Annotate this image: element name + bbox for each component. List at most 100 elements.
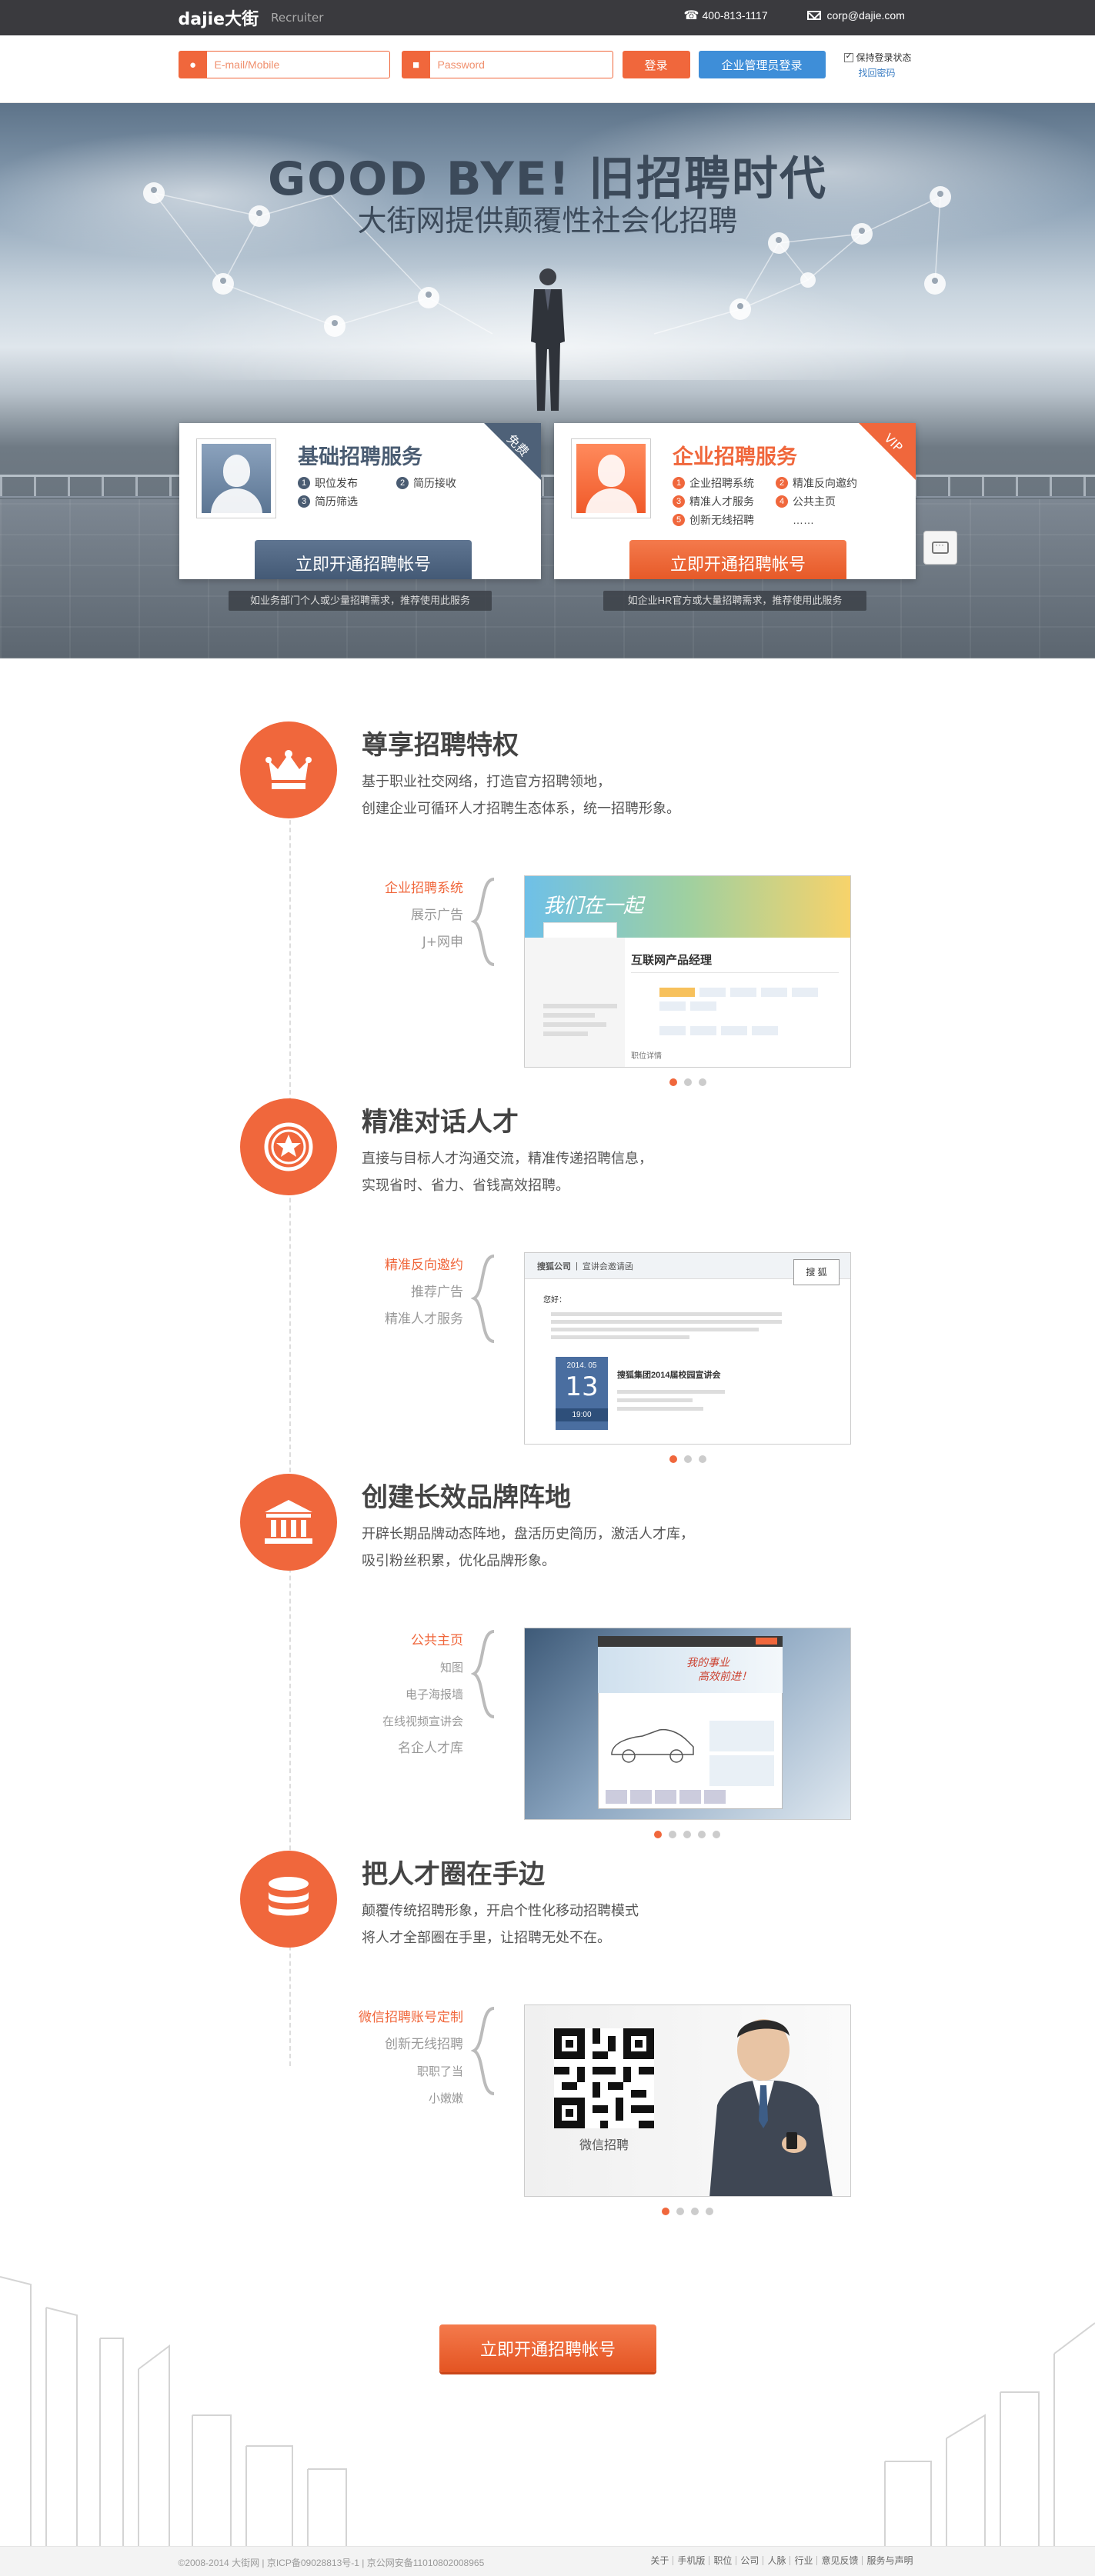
enterprise-service-card: 企业招聘服务 1 企业招聘系统 2 精准反向邀约 3 精准人才服务 4 公共主页 5 创新… — [554, 423, 916, 579]
carousel-dot[interactable] — [699, 1078, 706, 1086]
password-input[interactable] — [429, 52, 607, 77]
carousel-dot[interactable] — [676, 2208, 684, 2215]
basic-service-note: 如业务部门个人或少量招聘需求，推荐使用此服务 — [229, 591, 492, 611]
city-line-art — [0, 2276, 1095, 2546]
shot-job-title: 互联网产品经理 — [631, 954, 713, 967]
feature-item: 4 公共主页 — [776, 494, 874, 509]
carousel-dot[interactable] — [669, 1831, 676, 1838]
footer-copyright: ©2008-2014 大街网 | 京ICP备09028813号-1 | 京公网安… — [178, 2558, 485, 2568]
sub-item[interactable]: 公共主页 — [309, 1628, 463, 1655]
logo-text: dajie大街 — [178, 10, 259, 29]
basic-avatar — [196, 438, 276, 518]
public-page-screenshot[interactable]: 我的事业 高效前进！ — [524, 1628, 851, 1820]
phone-contact: 400-813-1117 — [684, 8, 768, 23]
sub-item[interactable]: 在线视频宣讲会 — [309, 1708, 463, 1735]
email-input[interactable] — [206, 52, 384, 77]
sub-item[interactable]: 精准反向邀约 — [309, 1252, 463, 1279]
brace-icon — [471, 2007, 495, 2095]
shot-tab: 宣讲会邀请函 — [582, 1261, 633, 1271]
sub-item[interactable]: 名企人才库 — [309, 1735, 463, 1762]
sub-item[interactable]: 电子海报墙 — [309, 1681, 463, 1708]
logo-subtitle: Recruiter — [271, 11, 324, 25]
shot-slogan-1: 我的事业 — [686, 1657, 729, 1669]
phone-icon — [684, 8, 699, 23]
shot-greeting: 您好： — [543, 1296, 566, 1305]
carousel-dots — [654, 1831, 720, 1838]
enterprise-system-screenshot[interactable]: 我们在一起 大街网 互联网产品经理 职位详情 — [524, 875, 851, 1068]
carousel-dot[interactable] — [662, 2208, 669, 2215]
hero-subtitle: 大街网提供颠覆性社会化招聘 — [357, 204, 738, 238]
carousel-dot[interactable] — [669, 1455, 677, 1463]
carousel-dot[interactable] — [706, 2208, 713, 2215]
sub-item[interactable]: 小嫩嫩 — [309, 2085, 463, 2112]
carousel-dot[interactable] — [683, 1831, 691, 1838]
carousel-dot[interactable] — [669, 1078, 677, 1086]
carousel-dot[interactable] — [684, 1078, 692, 1086]
bottom-open-account-button[interactable]: 立即开通招聘帐号 — [439, 2324, 656, 2372]
basic-open-account-button[interactable]: 立即开通招聘帐号 — [255, 540, 472, 579]
carousel-dot[interactable] — [684, 1455, 692, 1463]
sub-item[interactable]: 职职了当 — [309, 2058, 463, 2085]
feature-item: 5 创新无线招聘 — [673, 512, 771, 528]
sub-item[interactable]: 创新无线招聘 — [309, 2031, 463, 2058]
qr-code-image — [554, 2028, 654, 2128]
feature-title: 精准对话人才 — [362, 1107, 519, 1138]
car-sketch — [611, 1728, 694, 1763]
chat-bubble-icon — [932, 539, 949, 554]
carousel-dot[interactable] — [691, 2208, 699, 2215]
hero-railing — [0, 475, 1095, 498]
brace-icon — [471, 1630, 495, 1718]
login-button[interactable]: 登录 — [622, 51, 690, 78]
sub-item[interactable]: 展示广告 — [309, 902, 463, 929]
feature-title: 创建长效品牌阵地 — [362, 1482, 571, 1513]
feature-title: 尊享招聘特权 — [362, 730, 519, 761]
sub-item[interactable]: 知图 — [309, 1655, 463, 1681]
footer-link[interactable]: 服务与声明 — [862, 2556, 916, 2565]
businessman-photo — [709, 2019, 833, 2196]
carousel-dots — [669, 1078, 706, 1086]
feature-title: 把人才圈在手边 — [362, 1859, 545, 1890]
remember-me[interactable]: 保持登录状态 — [843, 51, 912, 64]
hero-banner: GOOD BYE! 旧招聘时代 大街网提供颠覆性社会化招聘 基础招聘服务 1 职位… — [0, 103, 1095, 658]
wechat-screenshot[interactable]: 微信招聘 — [524, 2004, 851, 2197]
email-address[interactable]: corp@dajie.com — [827, 9, 905, 22]
footer-link[interactable]: 手机版 — [673, 2556, 709, 2565]
coin-stack-icon — [240, 1851, 337, 1948]
carousel-dot[interactable] — [699, 1455, 706, 1463]
businessman-figure — [531, 268, 565, 411]
email-field-wrapper: ● — [178, 51, 390, 78]
feature-desc: 基于职业社交网络，打造官方招聘领地， 创建企业可循环人才招聘生态体系，统一招聘形… — [362, 774, 680, 817]
carousel-dot[interactable] — [654, 1831, 662, 1838]
footer-link[interactable]: 人脉 — [763, 2556, 790, 2565]
admin-login-button[interactable]: 企业管理员登录 — [698, 51, 826, 78]
sub-item[interactable]: 精准人才服务 — [309, 1306, 463, 1333]
carousel-dot[interactable] — [698, 1831, 706, 1838]
footer-link[interactable]: 公司 — [736, 2556, 763, 2565]
top-bar: dajie大街 Recruiter 400-813-1117 corp@daji… — [0, 0, 1095, 35]
forgot-password-link[interactable]: 找回密码 — [859, 66, 896, 79]
shot-company: 搜狐公司 — [537, 1261, 571, 1271]
star-badge-icon — [240, 1098, 337, 1195]
sub-item[interactable]: 企业招聘系统 — [309, 875, 463, 902]
chat-button[interactable] — [923, 531, 957, 565]
sub-item[interactable]: 微信招聘账号定制 — [309, 2004, 463, 2031]
remember-checkbox[interactable] — [843, 51, 853, 62]
footer-link[interactable]: 意见反馈 — [816, 2556, 862, 2565]
logo[interactable]: dajie大街 Recruiter — [179, 6, 324, 29]
sub-item[interactable]: 推荐广告 — [309, 1279, 463, 1306]
feature-desc: 直接与目标人才沟通交流，精准传递招聘信息， 实现省时、省力、省钱高效招聘。 — [362, 1151, 653, 1194]
sub-item[interactable]: J+网申 — [309, 929, 463, 956]
phone-number: 400-813-1117 — [702, 9, 768, 22]
footer-link[interactable]: 职位 — [709, 2556, 736, 2565]
footer-link[interactable]: 关于 — [646, 2556, 673, 2565]
enterprise-open-account-button[interactable]: 立即开通招聘帐号 — [629, 540, 846, 579]
enterprise-service-note: 如企业HR官方或大量招聘需求，推荐使用此服务 — [603, 591, 866, 611]
login-bar: ● ■ 登录 企业管理员登录 保持登录状态 找回密码 — [0, 35, 1095, 103]
features-section: 尊享招聘特权 基于职业社交网络，打造官方招聘领地， 创建企业可循环人才招聘生态体… — [0, 658, 1095, 2215]
invitation-screenshot[interactable]: 搜狐公司 | 宣讲会邀请函 搜 狐 您好： 2014. 05 13 19:00 … — [524, 1252, 851, 1445]
footer-link[interactable]: 行业 — [790, 2556, 816, 2565]
feature-item: 1 职位发布 — [298, 475, 396, 491]
carousel-dot[interactable] — [713, 1831, 720, 1838]
feature-desc: 开辟长期品牌动态阵地，盘活历史简历，激活人才库， 吸引粉丝积累，优化品牌形象。 — [362, 1526, 694, 1569]
email-contact[interactable]: corp@dajie.com — [806, 9, 905, 22]
